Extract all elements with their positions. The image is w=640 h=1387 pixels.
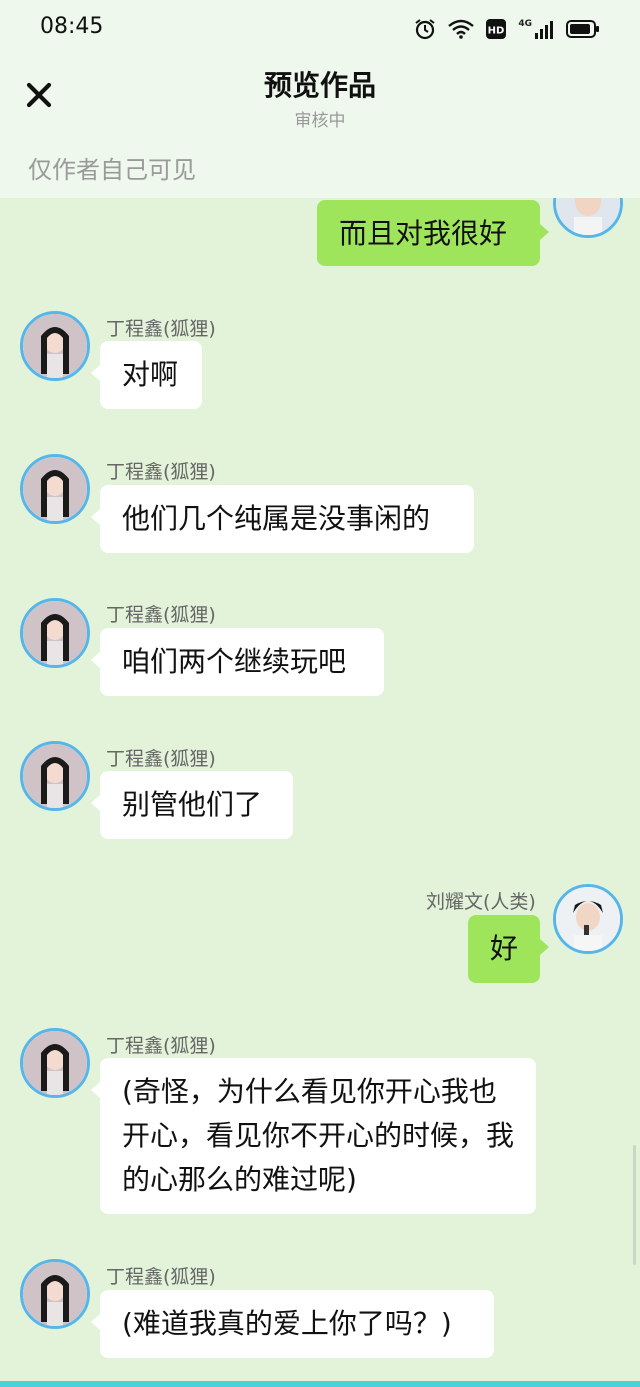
avatar[interactable] [20,454,90,524]
page-title: 预览作品 [263,69,376,102]
message-bubble: 而且对我很好 [317,200,549,266]
sender-name: 丁程鑫(狐狸) [106,1266,216,1288]
battery-icon [566,19,600,39]
visibility-note: 仅作者自己可见 [28,156,196,184]
avatar[interactable] [20,1028,90,1098]
message-bubble: 他们几个纯属是没事闲的 [91,485,474,553]
network-type-label: 4G [518,19,532,29]
review-status: 审核中 [294,111,346,131]
wifi-icon [448,19,475,39]
header: 08:45 HD 4G 预览作品 审核中 仅作者自己可见 [0,0,640,198]
message-bubble: 对啊 [91,341,202,409]
svg-text:HD: HD [488,26,505,37]
hd-icon: HD [486,19,507,39]
message-bubble: 咱们两个继续玩吧 [91,628,384,696]
status-bar: 08:45 HD 4G [0,0,640,56]
message-text: (难道我真的爱上你了吗？) [122,1307,452,1340]
message-text: 别管他们了 [122,788,263,821]
signal-icon: 4G [518,19,554,39]
avatar[interactable] [20,1259,90,1329]
avatar[interactable] [20,741,90,811]
sender-name: 丁程鑫(狐狸) [106,748,216,770]
message-text: 而且对我很好 [339,217,508,250]
message-bubble: (难道我真的爱上你了吗？) [91,1290,494,1358]
bottom-accent-bar [0,1381,640,1387]
sender-name: 丁程鑫(狐狸) [106,604,216,626]
avatar[interactable] [20,598,90,668]
alarm-icon [414,18,436,40]
sender-name: 丁程鑫(狐狸) [106,318,216,340]
message-bubble: 别管他们了 [91,771,293,839]
message-text: 他们几个纯属是没事闲的 [122,502,431,535]
sender-name: 丁程鑫(狐狸) [106,1035,216,1057]
sender-name: 丁程鑫(狐狸) [106,461,216,483]
status-icons: HD 4G [414,16,600,42]
message-text: (奇怪，为什么看见你开心我也开心，看见你不开心的时候，我的心那么的难过呢) [122,1075,515,1196]
avatar[interactable] [20,311,90,381]
message-text: 好 [490,932,519,965]
message-bubble: (奇怪，为什么看见你开心我也开心，看见你不开心的时候，我的心那么的难过呢) [91,1058,536,1214]
scrollbar[interactable] [633,1145,636,1265]
message-text: 咱们两个继续玩吧 [122,645,347,678]
avatar[interactable] [553,884,623,954]
message-bubble: 好 [468,915,549,983]
status-time: 08:45 [40,14,104,39]
sender-name: 刘耀文(人类) [426,891,536,913]
message-text: 对啊 [122,358,179,391]
